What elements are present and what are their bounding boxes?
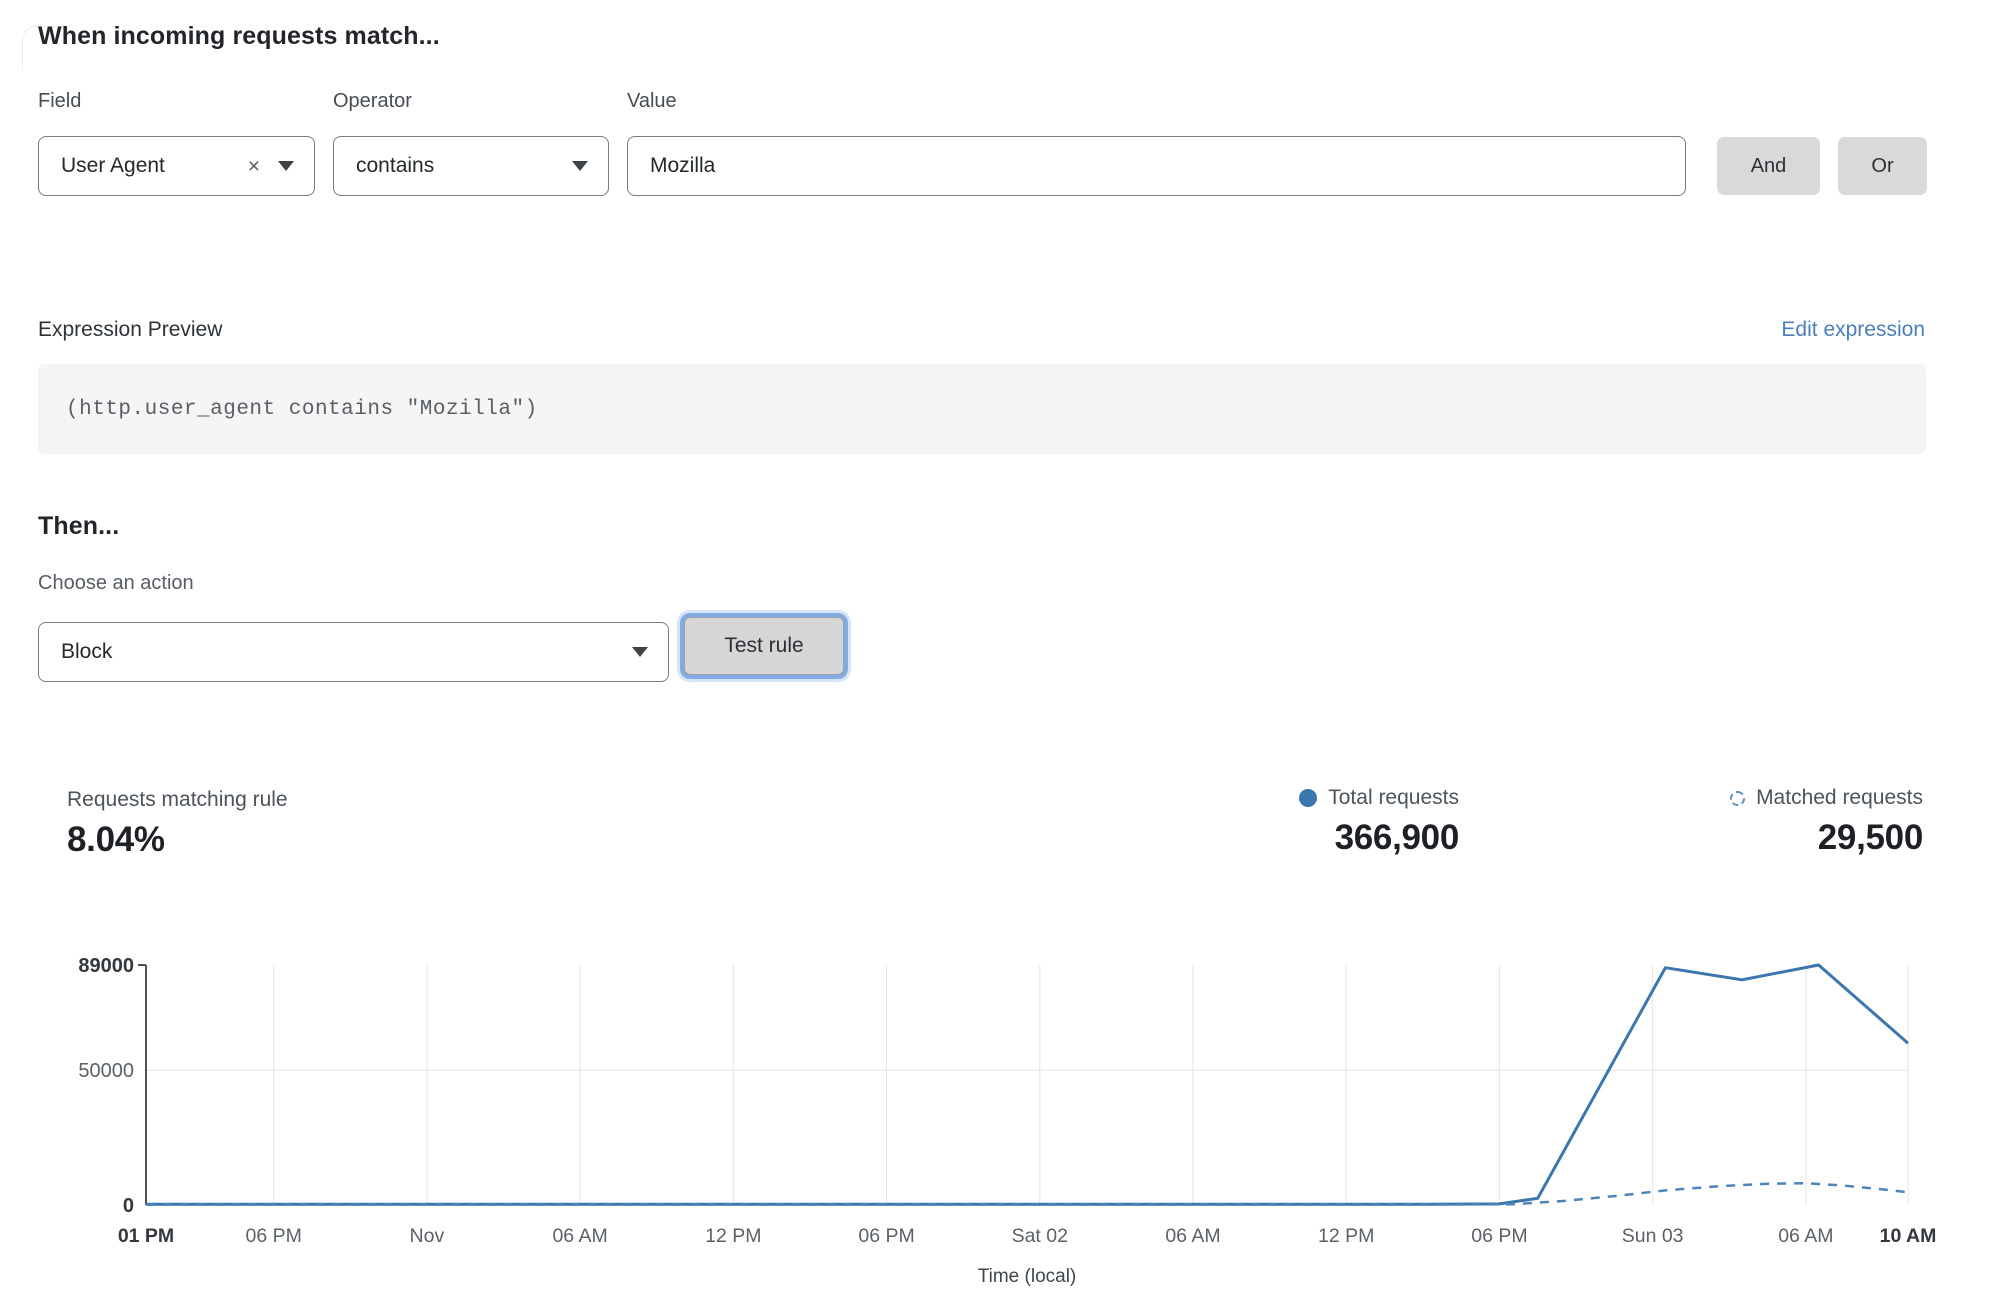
x-tick-label: 06 PM <box>858 1225 914 1247</box>
chart-x-axis-title: Time (local) <box>146 1266 1908 1288</box>
requests-matching-value: 8.04% <box>67 820 288 860</box>
y-tick-label: 89000 <box>78 955 134 977</box>
x-tick-label: 12 PM <box>705 1225 761 1247</box>
operator-select[interactable]: contains <box>333 136 609 196</box>
requests-chart: 0 50000 89000 01 PM 06 PM Nov 06 AM 12 PM 06 PM S… <box>0 950 1999 1295</box>
when-requests-match-title: When incoming requests match... <box>38 22 440 51</box>
matched-requests-stat: Matched requests 29,500 <box>1730 786 1923 858</box>
total-requests-stat: Total requests 366,900 <box>1299 786 1459 858</box>
series-line-total <box>146 965 1908 1204</box>
x-tick-label: Sun 03 <box>1622 1225 1684 1247</box>
choose-action-label: Choose an action <box>38 572 194 595</box>
x-tick-label: 06 PM <box>1471 1225 1527 1247</box>
x-tick-label: Sat 02 <box>1012 1225 1068 1247</box>
total-requests-dot-icon <box>1299 789 1317 807</box>
firewall-rule-builder-page: When incoming requests match... Field Op… <box>0 0 1999 1295</box>
expression-preview-label: Expression Preview <box>38 318 222 342</box>
value-input[interactable] <box>627 136 1686 196</box>
x-tick-label: 06 AM <box>1165 1225 1220 1247</box>
field-select[interactable]: User Agent × <box>38 136 315 196</box>
x-tick-label: 10 AM <box>1880 1225 1937 1247</box>
x-tick-label: Nov <box>410 1225 445 1247</box>
x-tick-label: 06 PM <box>246 1225 302 1247</box>
expression-code: (http.user_agent contains "Mozilla") <box>38 398 538 421</box>
action-select-value: Block <box>39 640 618 664</box>
x-tick-label: 06 AM <box>552 1225 607 1247</box>
or-button[interactable]: Or <box>1838 137 1927 195</box>
operator-select-value: contains <box>334 154 558 178</box>
y-tick-label: 0 <box>123 1195 134 1217</box>
total-requests-value: 366,900 <box>1335 818 1459 858</box>
total-requests-legend[interactable]: Total requests <box>1299 786 1459 810</box>
total-requests-label: Total requests <box>1328 786 1459 810</box>
matched-requests-dashed-circle-icon <box>1730 791 1745 806</box>
and-button[interactable]: And <box>1717 137 1820 195</box>
y-tick-label: 50000 <box>78 1060 134 1082</box>
x-tick-label: 01 PM <box>118 1225 174 1247</box>
test-rule-button[interactable]: Test rule <box>684 617 844 675</box>
value-label: Value <box>627 90 677 113</box>
requests-time-series-chart: 0 50000 89000 01 PM 06 PM Nov 06 AM 12 PM 06 PM S… <box>0 950 1999 1295</box>
matched-requests-label: Matched requests <box>1756 786 1923 810</box>
clear-field-icon[interactable]: × <box>244 156 264 177</box>
edit-expression-link[interactable]: Edit expression <box>1781 318 1925 342</box>
x-tick-label: 06 AM <box>1778 1225 1833 1247</box>
expression-code-box: (http.user_agent contains "Mozilla") <box>38 364 1926 454</box>
series-line-matched <box>146 1183 1908 1204</box>
requests-matching-stat: Requests matching rule 8.04% <box>67 788 288 860</box>
x-tick-label: 12 PM <box>1318 1225 1374 1247</box>
chevron-down-icon <box>278 161 294 171</box>
chevron-down-icon <box>572 161 588 171</box>
requests-matching-label: Requests matching rule <box>67 788 288 812</box>
then-title: Then... <box>38 512 119 541</box>
field-label: Field <box>38 90 81 113</box>
chevron-down-icon <box>632 647 648 657</box>
matched-requests-legend[interactable]: Matched requests <box>1730 786 1923 810</box>
field-select-value: User Agent <box>39 154 244 178</box>
action-select[interactable]: Block <box>38 622 669 682</box>
operator-label: Operator <box>333 90 412 113</box>
matched-requests-value: 29,500 <box>1818 818 1923 858</box>
